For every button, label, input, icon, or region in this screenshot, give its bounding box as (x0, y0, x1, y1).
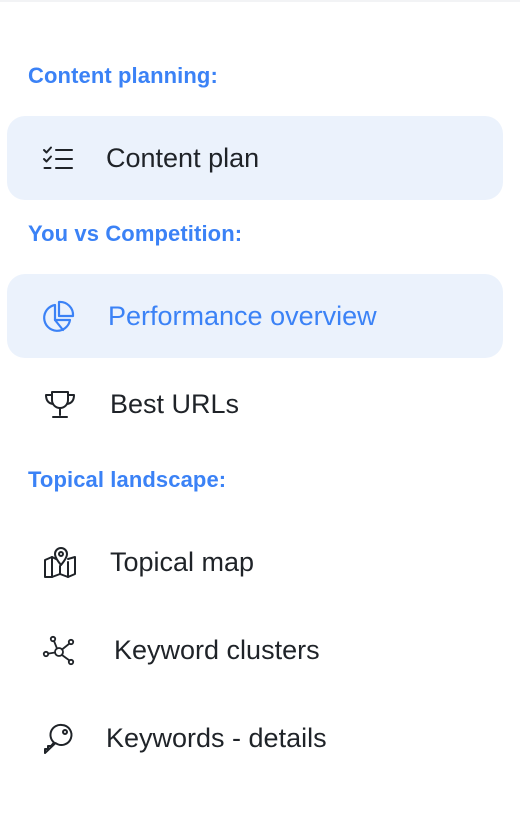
nav-item-content-plan[interactable]: Content plan (7, 116, 503, 200)
trophy-icon (43, 388, 77, 422)
nav-item-label: Performance overview (108, 301, 377, 331)
nav-item-topical-map[interactable]: Topical map (7, 520, 503, 604)
nav-item-performance-overview[interactable]: Performance overview (7, 274, 503, 358)
nav-item-keyword-clusters[interactable]: Keyword clusters (7, 608, 503, 692)
section-title-content-planning: Content planning: (28, 63, 218, 88)
section-title-competition: You vs Competition: (28, 221, 243, 246)
network-icon (42, 634, 76, 668)
nav-item-keywords-details[interactable]: Keywords - details (7, 696, 503, 780)
sidebar-menu: Content planning: Content plan You vs Co… (0, 0, 520, 816)
nav-item-label: Best URLs (110, 389, 240, 419)
nav-item-label: Keywords - details (106, 723, 327, 753)
nav-item-label: Keyword clusters (114, 635, 320, 665)
nav-item-label: Content plan (106, 143, 260, 173)
section-title-topical-landscape: Topical landscape: (28, 467, 227, 492)
pie-chart-icon (41, 300, 75, 334)
nav-item-best-urls[interactable]: Best URLs (7, 362, 503, 446)
key-icon (41, 722, 75, 756)
map-pin-icon (43, 546, 77, 580)
checklist-icon (41, 142, 75, 176)
nav-item-label: Topical map (110, 547, 255, 577)
